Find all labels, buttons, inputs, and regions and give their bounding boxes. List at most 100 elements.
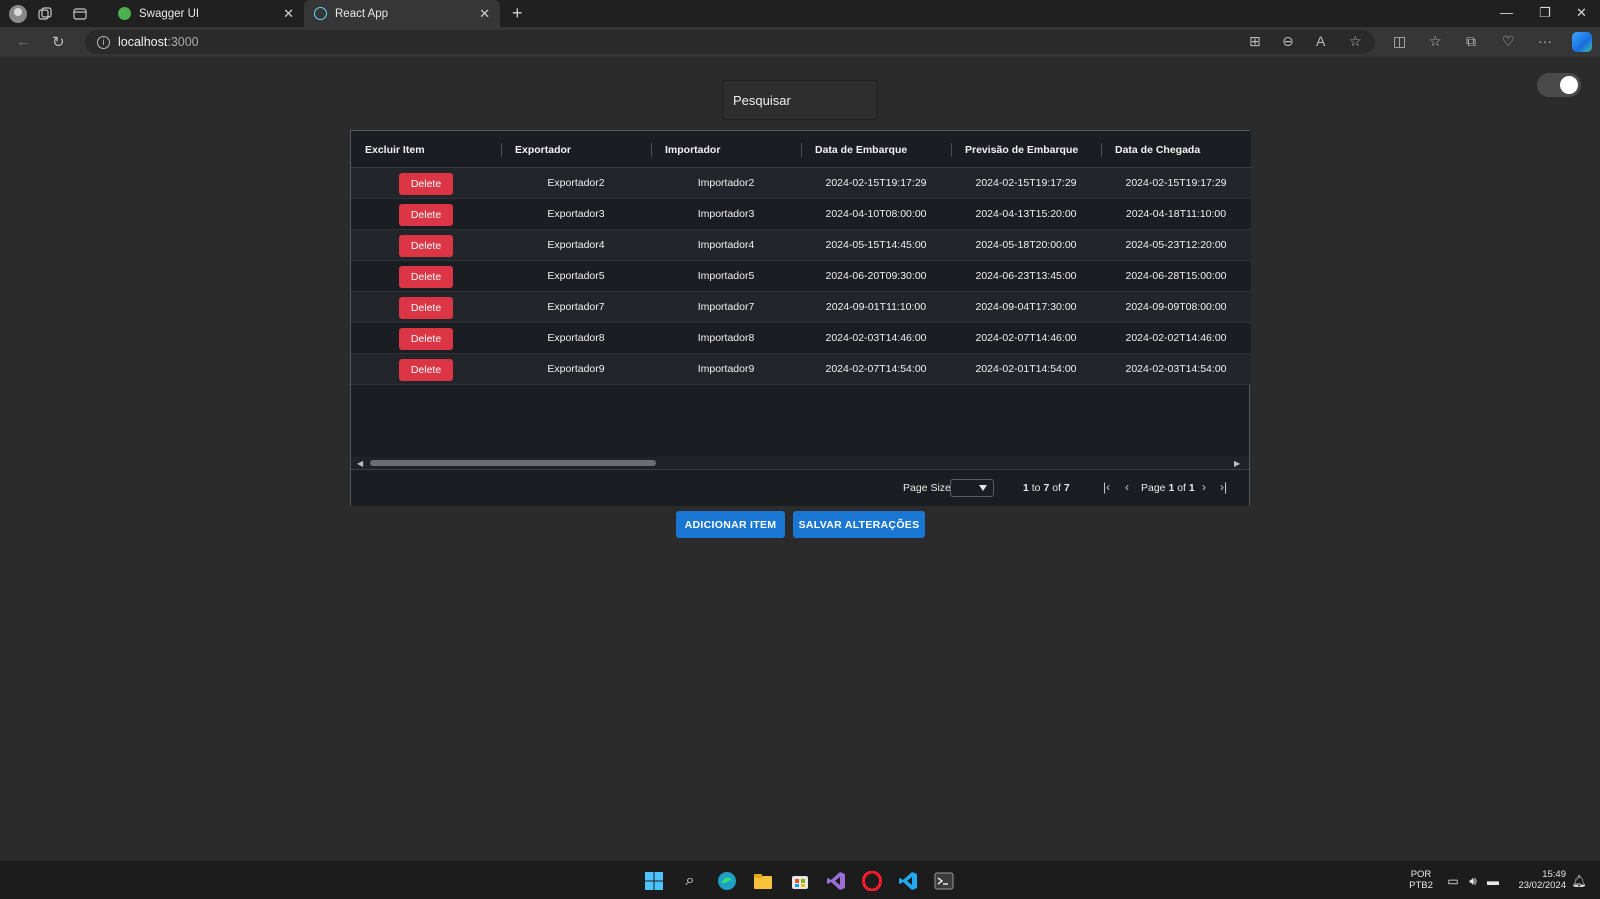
address-bar[interactable]: i localhost:3000	[85, 30, 1375, 54]
more-menu-icon[interactable]: ···	[1538, 33, 1552, 49]
input-language[interactable]: POR PTB2	[1408, 869, 1434, 891]
cell-previsao-embarque[interactable]: 2024-04-13T15:20:00	[951, 199, 1101, 229]
cell-data-embarque[interactable]: 2024-04-10T08:00:00	[801, 199, 951, 229]
cell-importador[interactable]: Importador2	[651, 168, 801, 198]
terminal-icon[interactable]	[933, 870, 955, 892]
delete-button[interactable]: Delete	[399, 297, 453, 319]
cell-exportador[interactable]: Exportador3	[501, 199, 651, 229]
cell-importador[interactable]: Importador9	[651, 354, 801, 384]
page-size-select[interactable]	[950, 479, 994, 497]
cell-data-chegada[interactable]: 2024-02-15T19:17:29	[1101, 168, 1251, 198]
windows-start-icon[interactable]	[643, 870, 665, 892]
cell-data-chegada[interactable]: 2024-06-28T15:00:00	[1101, 261, 1251, 291]
cell-importador[interactable]: Importador8	[651, 323, 801, 353]
cell-exportador[interactable]: Exportador7	[501, 292, 651, 322]
cell-exportador[interactable]: Exportador2	[501, 168, 651, 198]
close-tab-icon[interactable]: ✕	[479, 6, 490, 22]
search-field[interactable]: Pesquisar	[722, 80, 878, 120]
cell-data-embarque[interactable]: 2024-02-03T14:46:00	[801, 323, 951, 353]
restore-icon[interactable]: ❐	[1539, 5, 1551, 21]
back-icon[interactable]: ←	[16, 33, 31, 50]
scroll-right-icon[interactable]: ▶	[1234, 459, 1240, 468]
cell-data-embarque[interactable]: 2024-02-15T19:17:29	[801, 168, 951, 198]
cell-data-embarque[interactable]: 2024-06-20T09:30:00	[801, 261, 951, 291]
cell-previsao-embarque[interactable]: 2024-02-15T19:17:29	[951, 168, 1101, 198]
network-icon[interactable]: ▭	[1442, 870, 1464, 892]
last-page-icon[interactable]: ›|	[1220, 480, 1227, 494]
cell-exportador[interactable]: Exportador4	[501, 230, 651, 260]
cell-data-chegada[interactable]: 2024-04-18T11:10:00	[1101, 199, 1251, 229]
cell-data-chegada[interactable]: 2024-02-02T14:46:00	[1101, 323, 1251, 353]
cell-data-chegada[interactable]: 2024-02-03T14:54:00	[1101, 354, 1251, 384]
cell-previsao-embarque[interactable]: 2024-06-23T13:45:00	[951, 261, 1101, 291]
cell-data-chegada[interactable]: 2024-05-23T12:20:00	[1101, 230, 1251, 260]
read-aloud-icon[interactable]: A	[1316, 33, 1325, 49]
tab-actions-icon[interactable]	[71, 5, 89, 23]
table-row[interactable]: Delete Exportador9 Importador9 2024-02-07T1…	[351, 354, 1251, 385]
table-row[interactable]: Delete Exportador8 Importador8 2024-02-03T1…	[351, 323, 1251, 354]
cell-data-embarque[interactable]: 2024-05-15T14:45:00	[801, 230, 951, 260]
cell-exportador[interactable]: Exportador9	[501, 354, 651, 384]
minimize-icon[interactable]: —	[1500, 5, 1513, 20]
column-header-data-chegada[interactable]: Data de Chegada	[1101, 131, 1251, 168]
column-header-exportador[interactable]: Exportador	[501, 131, 651, 168]
file-explorer-icon[interactable]	[752, 870, 774, 892]
delete-button[interactable]: Delete	[399, 328, 453, 350]
cell-exportador[interactable]: Exportador8	[501, 323, 651, 353]
delete-button[interactable]: Delete	[399, 266, 453, 288]
profile-avatar-icon[interactable]	[9, 4, 27, 23]
cell-importador[interactable]: Importador5	[651, 261, 801, 291]
cell-importador[interactable]: Importador4	[651, 230, 801, 260]
add-item-button[interactable]: ADICIONAR ITEM	[676, 511, 785, 538]
column-header-previsao-embarque[interactable]: Previsão de Embarque	[951, 131, 1101, 168]
cell-exportador[interactable]: Exportador5	[501, 261, 651, 291]
cell-data-embarque[interactable]: 2024-09-01T11:10:00	[801, 292, 951, 322]
tab-react-app[interactable]: React App ✕	[304, 0, 500, 27]
table-row[interactable]: Delete Exportador7 Importador7 2024-09-01T1…	[351, 292, 1251, 323]
column-header-excluir-item[interactable]: Excluir Item	[351, 131, 501, 168]
table-row[interactable]: Delete Exportador2 Importador2 2024-02-15T1…	[351, 168, 1251, 199]
tab-swagger-ui[interactable]: Swagger UI ✕	[108, 0, 304, 27]
theme-toggle[interactable]	[1537, 73, 1581, 97]
close-tab-icon[interactable]: ✕	[283, 6, 294, 22]
table-row[interactable]: Delete Exportador3 Importador3 2024-04-10T0…	[351, 199, 1251, 230]
next-page-icon[interactable]: ›	[1202, 480, 1206, 494]
browser-essentials-icon[interactable]: ♡	[1502, 33, 1515, 50]
collections-icon[interactable]: ⧉	[1466, 33, 1476, 50]
cell-importador[interactable]: Importador7	[651, 292, 801, 322]
previous-page-icon[interactable]: ‹	[1125, 480, 1129, 494]
app-available-icon[interactable]: ⊞	[1249, 33, 1261, 50]
close-window-icon[interactable]: ✕	[1576, 5, 1587, 21]
search-icon[interactable]: ⌕	[679, 870, 701, 892]
table-row[interactable]: Delete Exportador4 Importador4 2024-05-15T1…	[351, 230, 1251, 261]
new-tab-icon[interactable]: +	[512, 3, 523, 24]
zoom-icon[interactable]: ⊖	[1282, 33, 1294, 50]
delete-button[interactable]: Delete	[399, 359, 453, 381]
cell-data-chegada[interactable]: 2024-09-09T08:00:00	[1101, 292, 1251, 322]
visual-studio-icon[interactable]	[825, 870, 847, 892]
cell-previsao-embarque[interactable]: 2024-02-01T14:54:00	[951, 354, 1101, 384]
site-info-icon[interactable]: i	[97, 35, 110, 49]
delete-button[interactable]: Delete	[399, 173, 453, 195]
column-header-importador[interactable]: Importador	[651, 131, 801, 168]
volume-icon[interactable]: 🔊︎	[1462, 870, 1484, 892]
cell-importador[interactable]: Importador3	[651, 199, 801, 229]
opera-icon[interactable]	[861, 870, 883, 892]
edge-browser-icon[interactable]	[716, 870, 738, 892]
delete-button[interactable]: Delete	[399, 204, 453, 226]
scroll-left-icon[interactable]: ◀	[357, 459, 363, 468]
table-row[interactable]: Delete Exportador5 Importador5 2024-06-20T0…	[351, 261, 1251, 292]
scrollbar-thumb[interactable]	[370, 460, 656, 466]
cell-data-embarque[interactable]: 2024-02-07T14:54:00	[801, 354, 951, 384]
notification-bell-icon[interactable]: 🔔︎	[1568, 870, 1590, 892]
favorite-star-icon[interactable]: ☆	[1349, 33, 1362, 50]
first-page-icon[interactable]: |‹	[1103, 480, 1110, 494]
copilot-icon[interactable]	[1572, 32, 1592, 52]
save-changes-button[interactable]: SALVAR ALTERAÇÕES	[793, 511, 925, 538]
battery-icon[interactable]: ▬	[1482, 870, 1504, 892]
delete-button[interactable]: Delete	[399, 235, 453, 257]
microsoft-store-icon[interactable]	[789, 870, 811, 892]
cell-previsao-embarque[interactable]: 2024-02-07T14:46:00	[951, 323, 1101, 353]
cell-previsao-embarque[interactable]: 2024-09-04T17:30:00	[951, 292, 1101, 322]
vscode-icon[interactable]	[897, 870, 919, 892]
